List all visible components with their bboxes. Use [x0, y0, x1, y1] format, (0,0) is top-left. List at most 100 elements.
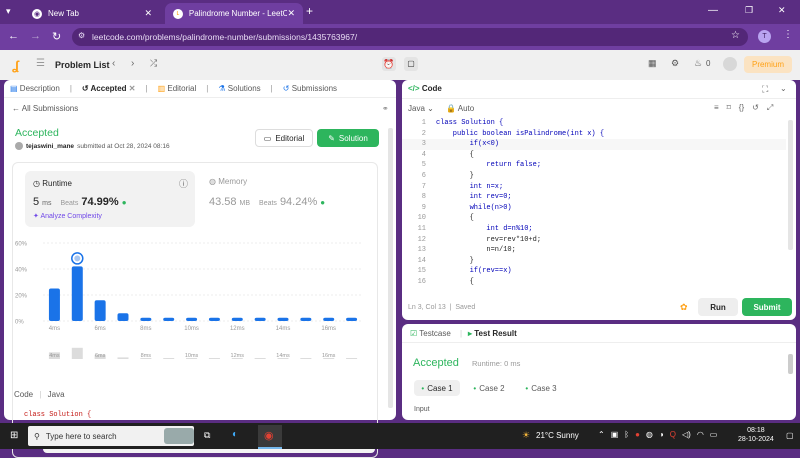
user-avatar[interactable]	[723, 57, 737, 71]
code-line[interactable]: 10 {	[402, 213, 786, 224]
code-line[interactable]: 8 int rev=0;	[402, 192, 786, 203]
bluetooth-icon[interactable]: ᛒ	[624, 430, 629, 439]
taskbar-search[interactable]: ⚲ Type here to search	[28, 426, 194, 446]
username[interactable]: tejaswini_mane	[26, 143, 74, 150]
layout-icon[interactable]: ▦	[648, 58, 657, 69]
new-tab-icon[interactable]: +	[306, 4, 313, 18]
chart-bar[interactable]	[117, 313, 129, 321]
code-line[interactable]: 14 }	[402, 256, 786, 267]
chart-bar[interactable]	[94, 300, 106, 321]
tab-search-icon[interactable]: ▾	[6, 6, 11, 17]
forward-icon[interactable]: →	[30, 30, 41, 42]
language-select[interactable]: Java ⌄	[408, 104, 434, 113]
chart-bar[interactable]	[277, 317, 289, 321]
bookmark-star-icon[interactable]: ☆	[731, 30, 740, 41]
tray-app-icon-3[interactable]: ◍	[646, 430, 653, 439]
site-settings-icon[interactable]: ⚙	[78, 31, 85, 40]
submit-button[interactable]: Submit	[742, 298, 792, 316]
chart-bar[interactable]	[323, 317, 335, 321]
test-result-tab[interactable]: ▸ Test Result	[468, 329, 517, 338]
tab-accepted[interactable]: ↺ Accepted ✕	[82, 84, 136, 93]
solution-button[interactable]: ✎ Solution	[317, 129, 379, 147]
tray-app-icon-2[interactable]: ●	[635, 430, 640, 439]
tray-app-icon-4[interactable]: ◑	[659, 430, 664, 439]
code-line[interactable]: 5 return false;	[402, 160, 786, 171]
browser-menu-icon[interactable]: ⋮	[783, 29, 793, 40]
chart-bar[interactable]	[186, 317, 198, 321]
code-area[interactable]: 1 class Solution {2 public boolean isPali…	[402, 118, 792, 290]
info-icon[interactable]: ⓘ	[179, 177, 188, 190]
runtime-distribution-chart[interactable]: 60% 40% 20% 0% 4ms 6ms 8ms 10ms 12ms 14ms 16ms 4ms 6…	[13, 231, 377, 371]
back-icon[interactable]: ←	[8, 30, 19, 42]
chart-bar[interactable]	[163, 317, 175, 321]
editor-scrollbar[interactable]	[788, 120, 793, 250]
code-line[interactable]: 6 }	[402, 171, 786, 182]
close-tab-icon[interactable]: ✕	[144, 8, 152, 19]
next-problem-icon[interactable]: ›	[131, 58, 134, 69]
result-scrollbar[interactable]	[788, 354, 793, 374]
chart-bar[interactable]	[208, 317, 220, 321]
tab-editorial[interactable]: ▥ Editorial	[158, 84, 197, 93]
profile-avatar[interactable]: T	[758, 30, 771, 43]
wifi-icon[interactable]: ◠	[697, 430, 704, 439]
maximize-icon[interactable]: ❐	[745, 5, 753, 16]
address-bar[interactable]: ⚙ leetcode.com/problems/palindrome-numbe…	[72, 28, 748, 46]
chart-bar[interactable]	[346, 317, 358, 321]
editorial-button[interactable]: ▭ Editorial	[255, 129, 313, 147]
settings-gear-icon[interactable]: ⚙	[671, 58, 679, 69]
chart-bar[interactable]	[231, 317, 243, 321]
case-1-button[interactable]: • Case 1	[414, 380, 460, 396]
case-3-button[interactable]: • Case 3	[520, 380, 562, 396]
run-button[interactable]: Run	[698, 298, 738, 316]
reset-icon[interactable]: ↺	[752, 103, 759, 113]
volume-icon[interactable]: ◁)	[682, 430, 691, 439]
chart-bar[interactable]	[48, 288, 60, 322]
task-view-icon[interactable]: ⧉	[204, 430, 210, 441]
memory-heading[interactable]: ◍ Memory	[209, 177, 247, 186]
tab-description[interactable]: ▤ Description	[10, 84, 60, 93]
code-line[interactable]: 13 n=n/10;	[402, 245, 786, 256]
close-tab-icon[interactable]: ✕	[287, 8, 295, 19]
browser-tab-new-tab[interactable]: ◉ New Tab ✕	[24, 3, 160, 24]
braces-icon[interactable]: {}	[739, 103, 744, 113]
leetcode-logo-icon[interactable]: ʆ	[12, 58, 24, 73]
code-line[interactable]: 15 if(rev==x)	[402, 266, 786, 277]
auto-toggle[interactable]: 🔒 Auto	[446, 104, 474, 113]
code-line[interactable]: 4 {	[402, 150, 786, 161]
notification-icon[interactable]: ▢	[786, 431, 794, 440]
windows-start-icon[interactable]: ⊞	[10, 430, 18, 441]
code-line[interactable]: 3 if(x<0)	[402, 139, 786, 150]
chrome-taskbar-button[interactable]: ◉	[258, 425, 282, 449]
panel-menu-icon[interactable]: ⌄	[780, 84, 787, 93]
code-line[interactable]: 1 class Solution {	[402, 118, 786, 129]
tray-app-icon[interactable]: ▣	[611, 430, 619, 439]
premium-button[interactable]: Premium	[744, 56, 792, 73]
browser-tab-leetcode[interactable]: ʟ Palindrome Number - LeetCod ✕	[165, 3, 303, 24]
battery-icon[interactable]: ▭	[710, 430, 718, 439]
expand-icon[interactable]: ⛶	[762, 84, 768, 95]
chart-bar[interactable]	[140, 317, 152, 321]
format-icon[interactable]: ≡	[714, 103, 719, 113]
link-icon[interactable]: ⚭	[382, 104, 389, 113]
code-line[interactable]: 11 int d=n%10;	[402, 224, 786, 235]
timer-icon[interactable]: ⏰	[382, 57, 396, 71]
code-line[interactable]: 9 while(n>0)	[402, 203, 786, 214]
problem-list-link[interactable]: Problem List	[55, 60, 110, 70]
runtime-box[interactable]: ◷ Runtime ⓘ 5 ms Beats 74.99% ● ✦ Analyz…	[25, 171, 195, 227]
reload-icon[interactable]: ↻	[52, 30, 61, 43]
minimize-icon[interactable]: —	[708, 5, 718, 16]
tab-solutions[interactable]: ⚗ Solutions	[218, 84, 260, 93]
tray-up-icon[interactable]: ⌃	[598, 430, 605, 439]
chart-bar[interactable]	[254, 317, 266, 321]
edge-icon[interactable]: ◐	[232, 429, 238, 440]
case-2-button[interactable]: • Case 2	[468, 380, 510, 396]
shuffle-icon[interactable]: ⤮	[150, 58, 157, 69]
bookmark-icon[interactable]: ⌑	[727, 103, 731, 113]
notes-icon[interactable]: ▢	[404, 57, 418, 71]
fullscreen-icon[interactable]: ⤢	[767, 103, 773, 113]
weather-text[interactable]: 21°C Sunny	[536, 431, 579, 440]
all-submissions-link[interactable]: ← All Submissions	[12, 104, 78, 113]
code-line[interactable]: 7 int n=x;	[402, 182, 786, 193]
code-line[interactable]: 2 public boolean isPalindrome(int x) {	[402, 129, 786, 140]
chart-bar[interactable]	[300, 317, 312, 321]
